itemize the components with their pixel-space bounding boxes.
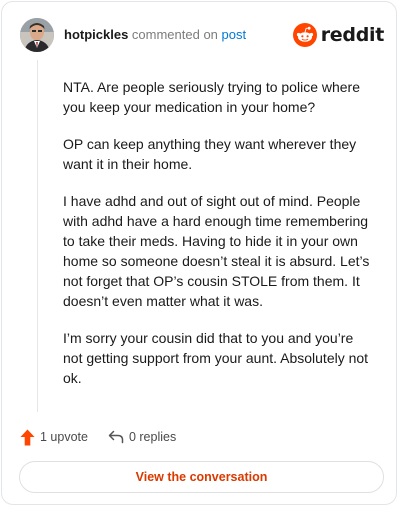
- view-conversation-button[interactable]: View the conversation: [19, 461, 384, 493]
- username-link[interactable]: hotpickles: [64, 27, 128, 42]
- commented-on-text: commented on: [131, 27, 218, 42]
- avatar[interactable]: [20, 18, 54, 52]
- upvote-count: 1 upvote: [40, 430, 88, 444]
- thread-line: [37, 60, 38, 412]
- upvote-arrow-icon: [20, 429, 35, 445]
- comment-paragraph: NTA. Are people seriously trying to poli…: [63, 79, 360, 115]
- post-link[interactable]: post: [222, 27, 247, 42]
- comment-actions: 1 upvote 0 replies: [20, 427, 176, 447]
- avatar-image: [20, 18, 54, 52]
- reddit-snoo-icon: [292, 23, 317, 47]
- comment-body: NTA. Are people seriously trying to poli…: [63, 77, 375, 405]
- replies-count: 0 replies: [128, 430, 177, 444]
- replies-button[interactable]: 0 replies: [108, 430, 176, 444]
- comment-paragraph: I have adhd and out of sight out of mind…: [63, 193, 370, 309]
- comment-paragraph: I’m sorry your cousin did that to you an…: [63, 330, 369, 386]
- byline: hotpickles commented on post: [64, 27, 246, 43]
- comment-paragraph: OP can keep anything they want wherever …: [63, 136, 357, 172]
- reply-arrow-icon: [108, 430, 124, 444]
- reddit-logo[interactable]: reddit: [292, 22, 385, 48]
- comment-header: hotpickles commented on post reddit: [20, 18, 384, 52]
- upvote-button[interactable]: 1 upvote: [20, 429, 88, 446]
- reddit-wordmark: reddit: [320, 24, 385, 46]
- comment-embed-card: hotpickles commented on post reddit NTA.…: [1, 1, 397, 505]
